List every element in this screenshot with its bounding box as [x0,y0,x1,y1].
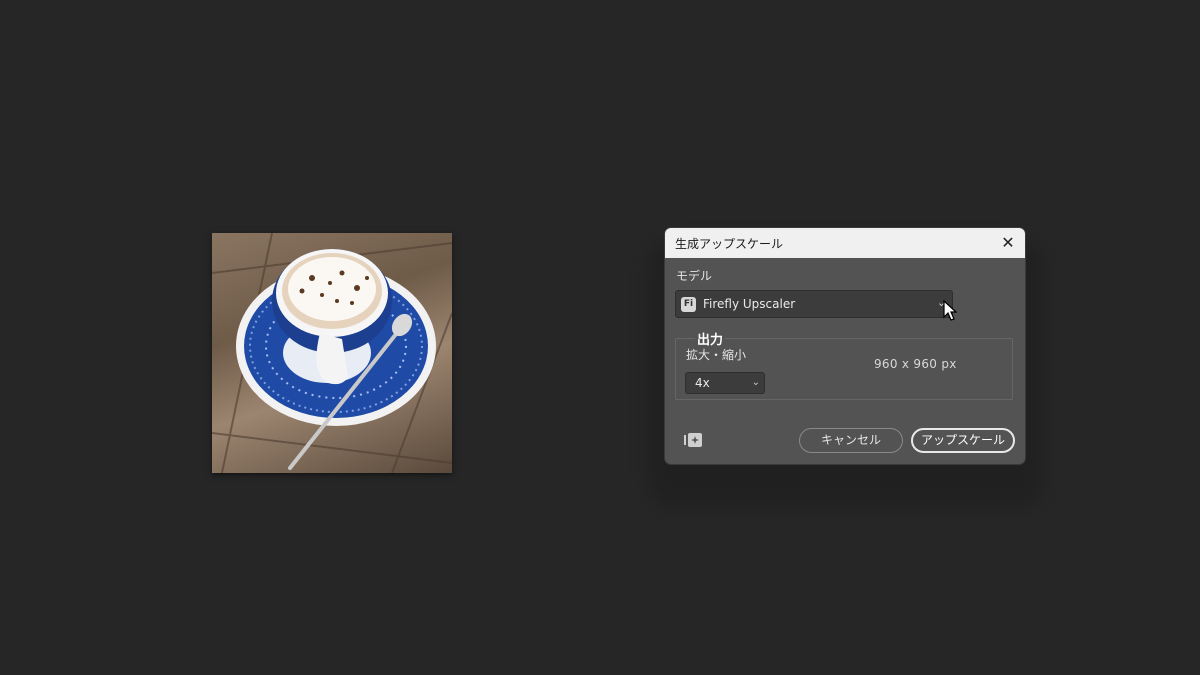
scale-value: 4x [695,376,710,390]
dialog-title: 生成アップスケール [675,236,784,251]
cancel-button[interactable]: キャンセル [799,428,903,453]
scale-dropdown[interactable]: 4x ⌄ [685,372,765,394]
mouse-pointer-icon [943,300,957,321]
model-label: モデル [676,269,713,283]
model-dropdown[interactable]: Fi Firefly Upscaler ⌄ [675,290,953,318]
image-sparkle-icon[interactable] [683,432,703,448]
coffee-photo [212,233,452,473]
document-image [212,233,452,473]
output-size: 960 x 960 px [874,357,957,371]
scale-label: 拡大・縮小 [686,348,747,362]
chevron-down-icon: ⌄ [751,377,760,388]
firefly-icon: Fi [681,296,696,312]
model-value: Firefly Upscaler [703,297,796,311]
upscale-button[interactable]: アップスケール [911,428,1015,453]
dialog-titlebar: 生成アップスケール ✕ [665,228,1025,258]
generative-upscale-dialog: 生成アップスケール ✕ モデル Fi Firefly Upscaler ⌄ 出力… [665,228,1025,464]
close-icon[interactable]: ✕ [999,234,1017,252]
